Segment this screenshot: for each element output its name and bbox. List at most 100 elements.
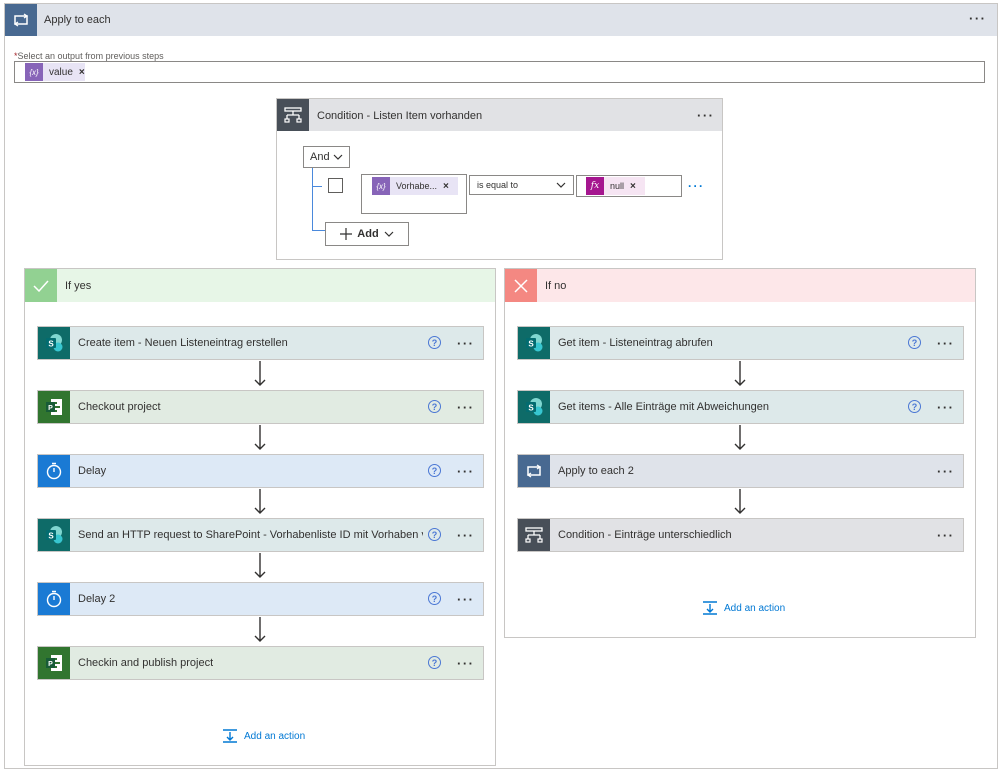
more-options-icon[interactable]: ···: [937, 401, 955, 414]
plus-icon: [340, 228, 353, 240]
sharepoint-icon: S: [38, 519, 70, 551]
action-apply-to-each-2[interactable]: Apply to each 2 ···: [517, 454, 964, 488]
function-icon: fx: [586, 177, 604, 195]
checkmark-icon: [25, 269, 57, 302]
condition-title: Condition - Listen Item vorhanden: [317, 110, 483, 122]
action-label: Delay 2: [78, 593, 116, 605]
more-options-icon[interactable]: ···: [457, 657, 475, 670]
if-no-header: [505, 269, 975, 302]
action-create-item[interactable]: S Create item - Neuen Listeneintrag erst…: [37, 326, 484, 360]
chevron-down-icon: [384, 231, 394, 237]
action-label: Get item - Listeneintrag abrufen: [558, 337, 713, 349]
more-options-icon[interactable]: ···: [697, 109, 715, 122]
vorhaben-token[interactable]: {x} Vorhabe... ×: [372, 177, 458, 195]
action-condition-eintraege[interactable]: Condition - Einträge unterschiedlich ···: [517, 518, 964, 552]
help-icon[interactable]: ?: [908, 336, 921, 349]
if-no-title: If no: [545, 280, 567, 292]
action-checkin-publish-project[interactable]: P Checkin and publish project ? ···: [37, 646, 484, 680]
condition-icon: [518, 519, 550, 551]
arrow-down-icon: [254, 553, 266, 578]
and-label: And: [310, 151, 330, 163]
action-send-http-request[interactable]: S Send an HTTP request to SharePoint - V…: [37, 518, 484, 552]
condition-icon: [277, 99, 309, 131]
more-options-icon[interactable]: ···: [969, 12, 987, 25]
add-action-icon: [703, 601, 717, 615]
add-condition-button[interactable]: Add: [325, 222, 409, 246]
operator-label: is equal to: [477, 180, 519, 190]
more-options-icon[interactable]: ···: [457, 337, 475, 350]
timer-icon: [38, 455, 70, 487]
action-get-item[interactable]: S Get item - Listeneintrag abrufen ? ···: [517, 326, 964, 360]
help-icon[interactable]: ?: [428, 656, 441, 669]
add-action-label: Add an action: [724, 602, 786, 614]
help-icon[interactable]: ?: [428, 464, 441, 477]
select-output-label: *Select an output from previous steps: [14, 51, 164, 61]
project-icon: P: [38, 647, 70, 679]
if-yes-header: [25, 269, 495, 302]
add-action-button[interactable]: Add an action: [702, 601, 785, 615]
arrow-down-icon: [254, 617, 266, 642]
action-label: Get items - Alle Einträge mit Abweichung…: [558, 401, 769, 413]
arrow-down-icon: [254, 489, 266, 514]
chevron-down-icon: [333, 154, 343, 160]
remove-token-icon[interactable]: ×: [79, 67, 85, 78]
arrow-down-icon: [734, 361, 746, 386]
sharepoint-icon: S: [518, 391, 550, 423]
loop-icon: [518, 455, 550, 487]
action-get-items[interactable]: S Get items - Alle Einträge mit Abweichu…: [517, 390, 964, 424]
arrow-down-icon: [254, 361, 266, 386]
add-action-button[interactable]: Add an action: [222, 729, 305, 743]
project-icon: P: [38, 391, 70, 423]
action-label: Condition - Einträge unterschiedlich: [558, 529, 732, 541]
row-checkbox[interactable]: [328, 178, 343, 193]
help-icon[interactable]: ?: [428, 400, 441, 413]
action-label: Send an HTTP request to SharePoint - Vor…: [78, 529, 423, 541]
null-token[interactable]: fx null ×: [586, 177, 645, 195]
timer-icon: [38, 583, 70, 615]
remove-token-icon[interactable]: ×: [630, 181, 636, 192]
value-token[interactable]: {x} value ×: [25, 63, 85, 81]
more-options-icon[interactable]: ···: [457, 593, 475, 606]
select-output-input[interactable]: [14, 61, 985, 83]
vorhaben-token-label: Vorhabe...: [396, 181, 438, 191]
action-delay-2[interactable]: Delay 2 ? ···: [37, 582, 484, 616]
select-output-label-text: Select an output from previous steps: [17, 51, 164, 61]
expression-icon: {x}: [372, 177, 390, 195]
chevron-down-icon: [556, 182, 566, 188]
help-icon[interactable]: ?: [908, 400, 921, 413]
more-options-icon[interactable]: ···: [457, 465, 475, 478]
svg-text:S: S: [528, 404, 534, 413]
action-checkout-project[interactable]: P Checkout project ? ···: [37, 390, 484, 424]
apply-to-each-header[interactable]: [5, 4, 997, 36]
svg-text:P: P: [48, 661, 53, 668]
action-label: Checkin and publish project: [78, 657, 214, 669]
tree-line: [312, 230, 325, 231]
remove-token-icon[interactable]: ×: [443, 181, 449, 192]
action-delay[interactable]: Delay ? ···: [37, 454, 484, 488]
help-icon[interactable]: ?: [428, 336, 441, 349]
tree-line: [312, 186, 322, 187]
more-options-icon[interactable]: ···: [457, 529, 475, 542]
add-action-icon: [223, 729, 237, 743]
action-label: Delay: [78, 465, 107, 477]
if-no-branch: [504, 268, 976, 638]
and-dropdown[interactable]: And: [303, 146, 350, 168]
value-token-label: value: [49, 66, 73, 78]
add-condition-label: Add: [357, 228, 379, 240]
operator-dropdown[interactable]: is equal to: [469, 175, 574, 195]
svg-text:P: P: [48, 405, 53, 412]
sharepoint-icon: S: [38, 327, 70, 359]
row-more-options-icon[interactable]: ···: [688, 180, 705, 192]
action-label: Apply to each 2: [558, 465, 634, 477]
tree-line: [312, 168, 313, 231]
help-icon[interactable]: ?: [428, 592, 441, 605]
close-icon: [505, 269, 537, 302]
more-options-icon[interactable]: ···: [937, 465, 955, 478]
help-icon[interactable]: ?: [428, 528, 441, 541]
null-token-label: null: [610, 181, 625, 191]
more-options-icon[interactable]: ···: [457, 401, 475, 414]
more-options-icon[interactable]: ···: [937, 529, 955, 542]
more-options-icon[interactable]: ···: [937, 337, 955, 350]
arrow-down-icon: [734, 489, 746, 514]
if-yes-title: If yes: [65, 280, 92, 292]
